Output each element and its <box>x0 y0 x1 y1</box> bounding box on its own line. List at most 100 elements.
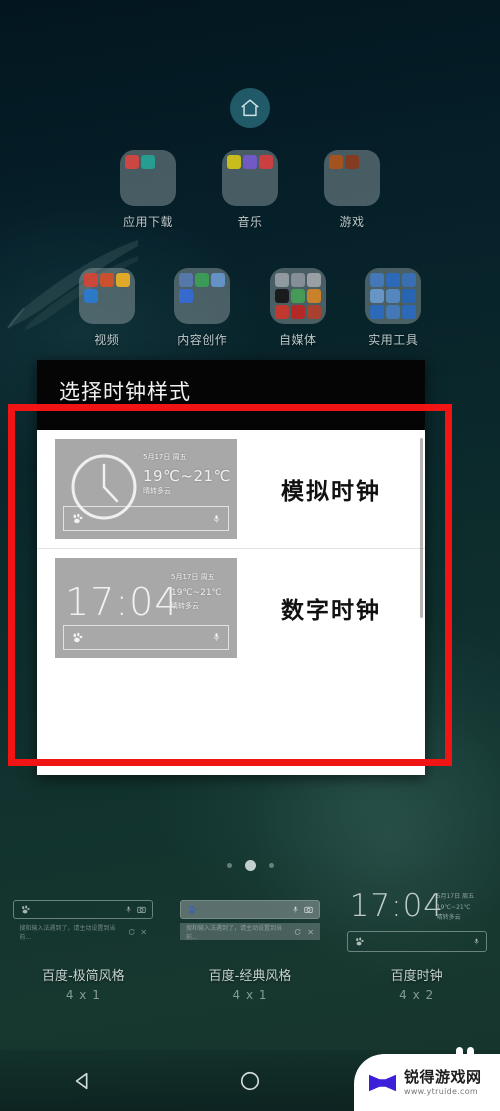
folder-icon <box>222 150 278 206</box>
nav-back-button[interactable] <box>53 1061 113 1101</box>
app-mini-icon <box>211 273 226 287</box>
suggestion-text: 搜和输入法遇到了，请主动设置到当前... <box>186 924 283 941</box>
widget-clock-date: 5月17日 周五 <box>436 893 475 900</box>
microphone-icon <box>126 906 131 913</box>
dialog-scrollbar[interactable] <box>420 438 423 618</box>
close-icon <box>307 929 313 934</box>
widget-preview[interactable]: 17:04 5月17日 周五 19℃~21℃ 晴转多云 <box>342 884 492 956</box>
folder-label: 实用工具 <box>368 333 419 347</box>
app-mini-icon <box>141 155 155 169</box>
app-mini-icon <box>386 305 401 319</box>
digital-preview-date: 5月17日 周五 <box>171 572 215 581</box>
digital-preview-weather: 晴转多云 <box>171 601 199 610</box>
app-mini-icon <box>274 289 289 303</box>
app-mini-icon <box>179 273 194 287</box>
app-mini-icon <box>306 305 321 319</box>
folder-label: 内容创作 <box>177 333 228 347</box>
analog-preview-weather: 晴转多云 <box>143 487 171 495</box>
camera-icon <box>304 906 313 913</box>
widget-preview[interactable]: 搜和输入法遇到了，请主动设置到当前... <box>175 884 325 956</box>
app-mini-icon <box>370 289 385 303</box>
app-mini-icon <box>83 273 98 287</box>
app-mini-icon <box>227 155 241 169</box>
folder-应用下载[interactable]: 应用下载 <box>97 150 199 230</box>
app-mini-icon <box>99 273 114 287</box>
dialog-header: 选择时钟样式 <box>37 360 425 430</box>
digital-clock-time: 17:04 <box>65 579 180 624</box>
app-mini-icon <box>195 273 210 287</box>
app-mini-icon <box>290 305 305 319</box>
folder-icon <box>174 268 231 324</box>
page-dot <box>244 860 256 871</box>
microphone-icon <box>213 514 220 523</box>
widget-item-baidu-clock[interactable]: 17:04 5月17日 周五 19℃~21℃ 晴转多云 百度时钟 4 x 2 <box>333 884 500 1009</box>
app-mini-icon <box>370 273 385 287</box>
camera-icon <box>137 906 146 913</box>
baidu-paw-icon <box>73 513 83 524</box>
watermark-title: 锐得游戏网 <box>404 1067 482 1086</box>
search-bar-preview <box>180 900 320 919</box>
app-mini-icon <box>402 273 417 287</box>
widget-item-baidu-classic[interactable]: 搜和输入法遇到了，请主动设置到当前... 百度-经典风格 4 x 1 <box>167 884 334 1009</box>
folder-自媒体[interactable]: 自媒体 <box>250 268 346 348</box>
folder-icon <box>365 268 422 324</box>
back-triangle-icon <box>76 1072 88 1089</box>
microphone-icon <box>213 633 220 641</box>
widget-picker-strip[interactable]: 搜和输入法遇到了，请主动设置到当前... 百度-极简风格 4 x 1 搜和输入法… <box>0 884 500 1009</box>
app-mini-icon <box>259 155 273 169</box>
app-mini-icon <box>370 305 385 319</box>
folder-label: 音乐 <box>237 215 263 229</box>
folder-icon <box>324 150 380 206</box>
home-button-chip[interactable] <box>230 88 270 128</box>
clock-style-option-digital[interactable]: 17:04 5月17日 周五 19℃~21℃ 晴转多云 数字时钟 <box>37 548 425 666</box>
widget-name: 百度时钟 <box>390 969 443 984</box>
folder-label: 游戏 <box>339 215 365 229</box>
clock-style-option-analog[interactable]: 5月17日 周五 19℃~21℃ 晴转多云 模拟时钟 <box>37 430 425 548</box>
folder-label: 应用下载 <box>122 215 173 229</box>
app-mini-icon <box>179 289 194 303</box>
widget-clock-time: 17:04 <box>349 888 445 924</box>
folder-音乐[interactable]: 音乐 <box>199 150 301 230</box>
folder-内容创作[interactable]: 内容创作 <box>155 268 251 348</box>
analog-option-label: 模拟时钟 <box>281 479 381 505</box>
suggestion-bar-preview: 搜和输入法遇到了，请主动设置到当前... <box>13 923 153 941</box>
app-mini-icon <box>274 305 289 319</box>
analog-preview-temp: 19℃~21℃ <box>143 467 231 485</box>
watermark-ears <box>456 1047 474 1060</box>
folder-icon <box>269 268 326 324</box>
baidu-paw-icon <box>22 905 30 914</box>
folder-实用工具[interactable]: 实用工具 <box>346 268 442 348</box>
app-mini-icon <box>402 289 417 303</box>
analog-preview-searchbar <box>63 506 229 531</box>
baidu-paw-icon <box>355 937 364 946</box>
app-mini-icon <box>125 155 139 169</box>
home-icon <box>241 99 259 117</box>
widget-size: 4 x 2 <box>399 988 435 1002</box>
app-mini-icon <box>402 305 417 319</box>
clock-style-dialog[interactable]: 选择时钟样式 5月17日 周五 19℃~21℃ 晴转多云 模拟时钟 17:04 … <box>37 360 425 775</box>
digital-option-label: 数字时钟 <box>281 597 381 624</box>
app-mini-icon <box>386 289 401 303</box>
folder-视频[interactable]: 视频 <box>59 268 155 348</box>
app-mini-icon <box>115 273 130 287</box>
widget-size: 4 x 1 <box>232 988 268 1002</box>
nav-home-button[interactable] <box>220 1061 280 1101</box>
folder-label: 视频 <box>94 333 120 347</box>
home-circle-icon <box>240 1071 260 1090</box>
app-mini-icon <box>290 289 305 303</box>
widget-preview[interactable]: 搜和输入法遇到了，请主动设置到当前... <box>8 884 158 956</box>
dialog-body[interactable]: 5月17日 周五 19℃~21℃ 晴转多云 模拟时钟 17:04 5月17日 周… <box>37 430 425 775</box>
widget-item-baidu-minimal[interactable]: 搜和输入法遇到了，请主动设置到当前... 百度-极简风格 4 x 1 <box>0 884 167 1009</box>
close-icon <box>141 929 147 934</box>
watermark-url: www.ytruide.com <box>404 1086 479 1096</box>
microphone-icon <box>293 906 298 913</box>
baidu-paw-icon <box>73 632 83 642</box>
folder-row-2: 视频 内容创作 自媒体 实用工具 <box>55 268 445 348</box>
folder-游戏[interactable]: 游戏 <box>301 150 403 230</box>
analog-preview-date: 5月17日 周五 <box>143 453 187 461</box>
app-mini-icon <box>306 273 321 287</box>
folder-label: 自媒体 <box>278 333 317 347</box>
digital-preview-temp: 19℃~21℃ <box>171 587 222 598</box>
widget-clock-weather: 5月17日 周五 19℃~21℃ 晴转多云 <box>437 892 474 924</box>
page-dot <box>226 863 232 868</box>
